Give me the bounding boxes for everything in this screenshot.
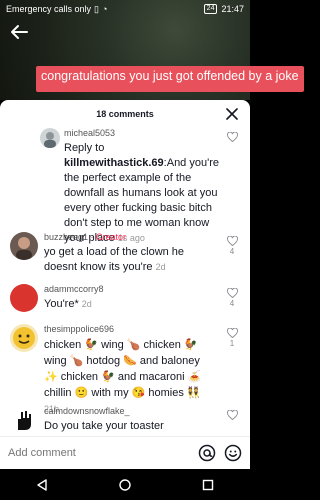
comment-body: You're* — [44, 298, 79, 310]
add-comment-bar — [0, 436, 250, 469]
heart-outline-icon — [226, 328, 238, 338]
comment-item: adammccorry8 You're* 2d 4 — [0, 282, 250, 318]
comments-header: 18 comments — [0, 100, 250, 128]
arrow-left-icon[interactable] — [10, 24, 28, 40]
comment-timestamp: 2d — [81, 299, 92, 309]
avatar[interactable] — [10, 406, 38, 434]
sim-icon: ▯ — [94, 3, 99, 14]
comment-username[interactable]: micheal5053 — [64, 128, 224, 139]
clock: 21:47 — [221, 4, 244, 14]
like-button[interactable]: 4 — [226, 288, 238, 308]
nav-back-icon[interactable] — [35, 478, 49, 492]
navigation-bar — [0, 469, 250, 500]
wifi-icon: ◔ — [102, 4, 108, 14]
avatar[interactable] — [10, 284, 38, 312]
heart-outline-icon — [226, 236, 238, 246]
heart-outline-icon — [226, 410, 238, 420]
comments-sheet: 18 comments micheal5053 Reply to killmew… — [0, 100, 250, 469]
video-caption: congratulations you just got offended by… — [36, 66, 304, 92]
like-button[interactable]: 4 — [226, 236, 238, 256]
comment-timestamp: 2d — [155, 262, 166, 272]
comment-item: thesimppolice696 chicken 🐓 wing 🍗 chicke… — [0, 322, 250, 414]
reply-mention[interactable]: killmewithastick.69 — [64, 157, 164, 169]
battery-icon: 24 — [203, 4, 218, 14]
comment-username-row: buzzbeeg1 · Creator — [44, 232, 216, 243]
comment-username[interactable]: calmdownsnowflake_ — [44, 406, 216, 417]
comment-item: micheal5053 Reply to killmewithastick.69… — [0, 126, 250, 244]
nav-recents-icon[interactable] — [201, 478, 215, 492]
comment-username[interactable]: adammccorry8 — [44, 284, 216, 295]
comment-item: buzzbeeg1 · Creator yo get a load of the… — [0, 230, 250, 274]
like-count: 4 — [229, 299, 235, 308]
like-count: 4 — [229, 247, 235, 256]
creator-badge: · Creator — [88, 232, 127, 242]
like-count: 1 — [229, 339, 235, 348]
status-bar: Emergency calls only ▯ ◔ 24 21:47 — [0, 0, 250, 18]
comments-count: 18 comments — [96, 109, 154, 119]
comment-username[interactable]: thesimppolice696 — [44, 324, 216, 335]
add-comment-input[interactable] — [8, 447, 190, 459]
close-icon[interactable] — [226, 108, 238, 120]
like-button[interactable] — [226, 410, 238, 420]
nav-home-icon[interactable] — [118, 478, 132, 492]
like-button[interactable]: 1 — [226, 328, 238, 348]
heart-outline-icon — [226, 288, 238, 298]
comment-text: yo get a load of the clown he doesnt kno… — [44, 245, 216, 275]
heart-outline-icon — [226, 132, 238, 142]
at-sign-icon[interactable] — [198, 444, 216, 462]
comment-text: You're* 2d — [44, 297, 216, 312]
comment-username[interactable]: buzzbeeg1 — [44, 232, 88, 242]
avatar[interactable] — [10, 232, 38, 260]
avatar[interactable] — [40, 128, 60, 148]
reply-prefix: Reply to — [64, 142, 105, 154]
avatar[interactable] — [10, 324, 38, 352]
smiley-icon[interactable] — [224, 444, 242, 462]
carrier-status-text: Emergency calls only — [6, 4, 92, 14]
comment-body: chicken 🐓 wing 🍗 chicken 🐓 wing 🍗 hotdog… — [44, 339, 202, 399]
like-button[interactable] — [226, 132, 238, 142]
